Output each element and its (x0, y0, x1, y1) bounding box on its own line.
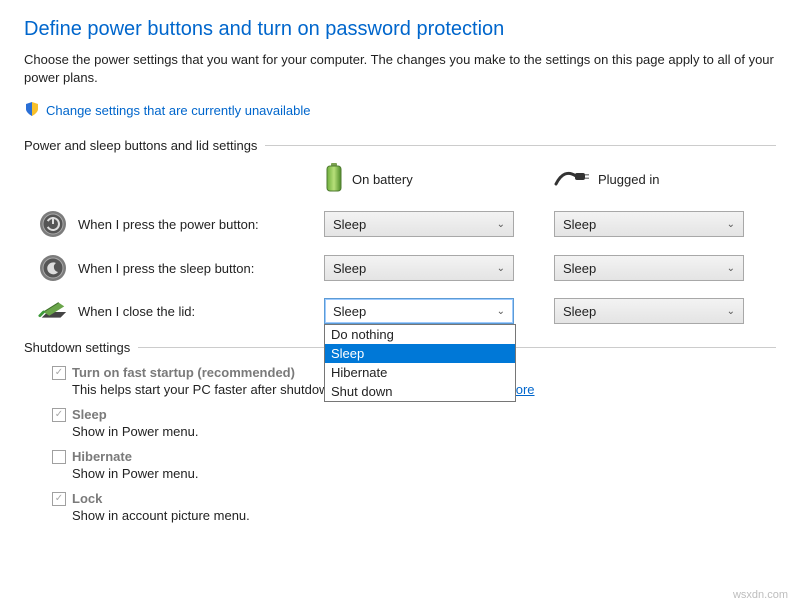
dropdown-option[interactable]: Hibernate (325, 363, 515, 382)
dropdown-option[interactable]: Shut down (325, 382, 515, 401)
select-value: Sleep (563, 304, 596, 319)
sleep-desc: Show in Power menu. (72, 424, 776, 439)
battery-icon (324, 163, 344, 196)
change-settings-row: Change settings that are currently unava… (24, 101, 776, 120)
lock-desc: Show in account picture menu. (72, 508, 776, 523)
divider (265, 145, 776, 146)
page-title: Define power buttons and turn on passwor… (24, 18, 776, 41)
hibernate-desc: Show in Power menu. (72, 466, 776, 481)
col-battery-label: On battery (352, 172, 413, 187)
lock-title: Lock (72, 491, 102, 506)
section-buttons-header: Power and sleep buttons and lid settings (24, 138, 776, 153)
sleep-button-battery-select[interactable]: Sleep ⌄ (324, 255, 514, 281)
col-on-battery: On battery (324, 163, 514, 196)
change-settings-link[interactable]: Change settings that are currently unava… (46, 103, 311, 118)
close-lid-label: When I close the lid: (78, 304, 195, 319)
watermark: wsxdn.com (733, 589, 788, 601)
hibernate-checkbox[interactable] (52, 450, 66, 464)
sleep-title: Sleep (72, 407, 107, 422)
fast-startup-title: Turn on fast startup (recommended) (72, 365, 295, 380)
dropdown-option[interactable]: Sleep (325, 344, 515, 363)
close-lid-battery-select[interactable]: Sleep ⌄ Do nothing Sleep Hibernate Shut … (324, 298, 514, 324)
lid-icon (38, 298, 68, 324)
col-plugged-label: Plugged in (598, 172, 659, 187)
sleep-checkbox[interactable]: ✓ (52, 408, 66, 422)
chevron-down-icon: ⌄ (497, 263, 505, 274)
sleep-item: ✓ Sleep Show in Power menu. (52, 407, 776, 439)
col-plugged-in: Plugged in (554, 168, 744, 191)
shield-icon (24, 101, 40, 120)
chevron-down-icon: ⌄ (497, 219, 505, 230)
chevron-down-icon: ⌄ (727, 263, 735, 274)
power-button-plugged-select[interactable]: Sleep ⌄ (554, 211, 744, 237)
dropdown-option[interactable]: Do nothing (325, 325, 515, 344)
hibernate-item: Hibernate Show in Power menu. (52, 449, 776, 481)
hibernate-title: Hibernate (72, 449, 132, 464)
select-value: Sleep (333, 261, 366, 276)
power-button-label: When I press the power button: (78, 217, 259, 232)
select-value: Sleep (333, 217, 366, 232)
select-value: Sleep (333, 304, 366, 319)
plug-icon (554, 168, 590, 191)
fast-startup-checkbox[interactable]: ✓ (52, 366, 66, 380)
close-lid-dropdown: Do nothing Sleep Hibernate Shut down (324, 324, 516, 402)
lock-item: ✓ Lock Show in account picture menu. (52, 491, 776, 523)
section-buttons-title: Power and sleep buttons and lid settings (24, 138, 257, 153)
intro-text: Choose the power settings that you want … (24, 51, 776, 87)
chevron-down-icon: ⌄ (727, 306, 735, 317)
power-icon (38, 210, 68, 238)
sleep-button-plugged-select[interactable]: Sleep ⌄ (554, 255, 744, 281)
lock-checkbox[interactable]: ✓ (52, 492, 66, 506)
select-value: Sleep (563, 261, 596, 276)
section-shutdown-title: Shutdown settings (24, 340, 130, 355)
select-value: Sleep (563, 217, 596, 232)
sleep-icon (38, 254, 68, 282)
sleep-button-label: When I press the sleep button: (78, 261, 254, 276)
power-button-battery-select[interactable]: Sleep ⌄ (324, 211, 514, 237)
row-sleep-button: When I press the sleep button: Sleep ⌄ S… (24, 254, 776, 282)
column-headers: On battery Plugged in (324, 163, 776, 196)
chevron-down-icon: ⌄ (727, 219, 735, 230)
chevron-down-icon: ⌄ (497, 306, 505, 317)
close-lid-plugged-select[interactable]: Sleep ⌄ (554, 298, 744, 324)
row-close-lid: When I close the lid: Sleep ⌄ Do nothing… (24, 298, 776, 324)
row-power-button: When I press the power button: Sleep ⌄ S… (24, 210, 776, 238)
